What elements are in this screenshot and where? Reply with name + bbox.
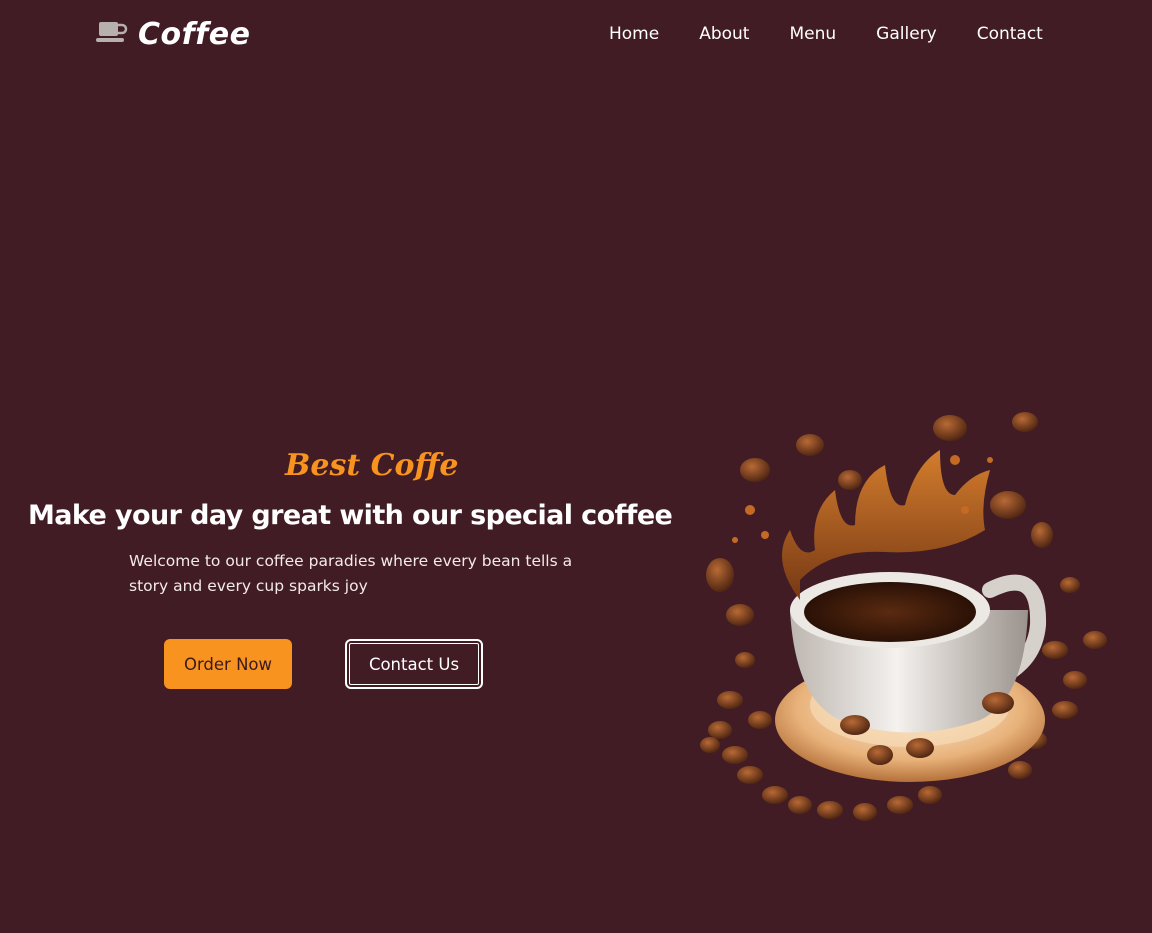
hero-headline: Make your day great with our special cof… [28, 500, 673, 531]
nav-link-home[interactable]: Home [609, 22, 659, 46]
coffee-cup-icon [96, 20, 128, 48]
logo[interactable]: Coffee [96, 14, 250, 54]
hero-subtitle: Best Coffe [285, 448, 459, 483]
navbar: Coffee Home About Menu Gallery Contact [0, 0, 1152, 68]
hero-description: Welcome to our coffee paradies where eve… [129, 552, 573, 595]
nav-link-about[interactable]: About [699, 22, 749, 46]
nav-link-contact[interactable]: Contact [977, 22, 1043, 46]
order-now-button[interactable]: Order Now [164, 639, 292, 689]
contact-us-button[interactable]: Contact Us [345, 639, 483, 689]
nav-link-menu[interactable]: Menu [789, 22, 836, 46]
nav-menu: Home About Menu Gallery Contact [609, 22, 1043, 46]
brand-name: Coffee [138, 16, 251, 52]
nav-link-gallery[interactable]: Gallery [876, 22, 937, 46]
coffee-splash-image [690, 400, 1120, 830]
